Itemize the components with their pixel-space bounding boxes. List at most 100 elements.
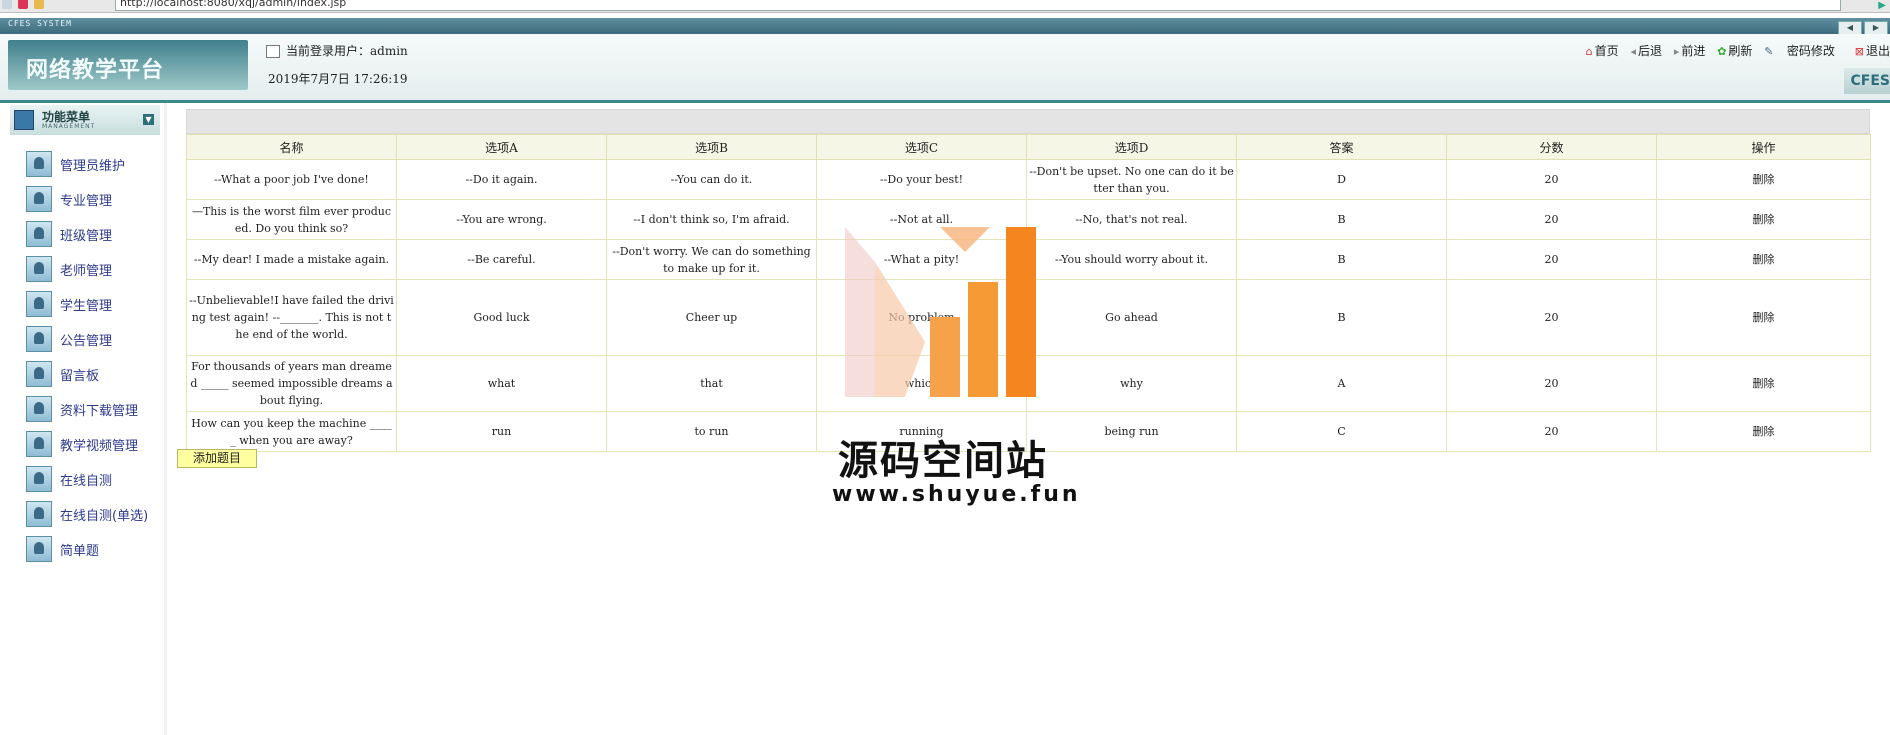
score-cell: 20 xyxy=(1446,199,1657,240)
nav-home-label: 首页 xyxy=(1594,44,1619,58)
user-icon xyxy=(26,431,52,457)
page-header: 网络教学平台 当前登录用户：admin 2019年7月7日 17:26:19 ⌂… xyxy=(0,34,1890,103)
sidebar-item-major[interactable]: 专业管理 xyxy=(26,184,166,212)
stop-icon[interactable] xyxy=(18,0,28,9)
browser-nav xyxy=(2,0,82,10)
column-header: 选项A xyxy=(396,134,607,160)
option-b-cell: Cheer up xyxy=(606,279,817,356)
sidebar-item-selftest[interactable]: 在线自测 xyxy=(26,464,166,492)
column-header: 分数 xyxy=(1446,134,1657,160)
user-icon xyxy=(26,466,52,492)
user-icon xyxy=(26,221,52,247)
delete-link[interactable]: 删除 xyxy=(1656,239,1871,280)
sidebar-item-label: 老师管理 xyxy=(60,264,113,279)
column-header: 操作 xyxy=(1656,134,1871,160)
watermark: 源码空间站 www.shuyue.fun xyxy=(830,222,1078,512)
question-cell: —This is the worst film ever produced. D… xyxy=(186,199,397,240)
question-cell: --What a poor job I've done! xyxy=(186,159,397,200)
nav-password[interactable]: ✎ 密码修改 xyxy=(1764,42,1835,59)
answer-cell: B xyxy=(1236,199,1447,240)
prev-button[interactable]: ◀ xyxy=(1838,21,1862,35)
option-a-cell: run xyxy=(396,411,607,452)
sidebar-item-label: 资料下载管理 xyxy=(60,404,139,419)
delete-link[interactable]: 删除 xyxy=(1656,159,1871,200)
option-b-cell: that xyxy=(606,355,817,412)
sidebar-item-notice[interactable]: 公告管理 xyxy=(26,324,166,352)
table-header-row: 名称 选项A 选项B 选项C 选项D 答案 分数 操作 xyxy=(186,134,1871,160)
home-icon: ⌂ xyxy=(1585,45,1593,58)
go-icon[interactable]: ▶ xyxy=(1878,0,1886,11)
nav-home[interactable]: ⌂ 首页 xyxy=(1586,42,1619,59)
delete-link[interactable]: 删除 xyxy=(1656,355,1871,412)
sidebar-item-selftest-single[interactable]: 在线自测(单选) xyxy=(26,499,166,527)
refresh-icon: ✿ xyxy=(1717,45,1727,58)
option-c-cell: --Do your best! xyxy=(816,159,1027,200)
sidebar-item-admin[interactable]: 管理员维护 xyxy=(26,149,166,177)
menu-header: 功能菜单 MANAGEMENT ▼ xyxy=(10,105,160,135)
splitter[interactable] xyxy=(164,103,167,735)
platform-title: 网络教学平台 xyxy=(26,58,165,83)
user-icon xyxy=(26,396,52,422)
sidebar-item-label: 专业管理 xyxy=(60,194,113,209)
question-cell: --Unbelievable!I have failed the driving… xyxy=(186,279,397,356)
user-icon xyxy=(26,151,52,177)
question-cell: --My dear! I made a mistake again. xyxy=(186,239,397,280)
user-icon xyxy=(26,361,52,387)
answer-cell: B xyxy=(1236,279,1447,356)
add-question-button[interactable]: 添加题目 xyxy=(177,449,257,468)
column-header: 选项D xyxy=(1026,134,1237,160)
current-user-text: 当前登录用户：admin xyxy=(286,44,408,58)
score-cell: 20 xyxy=(1446,411,1657,452)
user-icon xyxy=(266,45,280,58)
nav-refresh-label: 刷新 xyxy=(1728,44,1753,58)
sidebar-item-short-answer[interactable]: 简单题 xyxy=(26,534,166,562)
sidebar-item-label: 简单题 xyxy=(60,544,100,559)
back-arrow-icon[interactable] xyxy=(2,0,12,9)
score-cell: 20 xyxy=(1446,159,1657,200)
browser-toolbar: http://localhost:8080/xqj/admin/index.js… xyxy=(0,0,1890,13)
bookmark-icon[interactable] xyxy=(34,0,44,9)
system-title: CFES SYSTEM xyxy=(8,19,72,28)
delete-link[interactable]: 删除 xyxy=(1656,199,1871,240)
option-a-cell: Good luck xyxy=(396,279,607,356)
delete-link[interactable]: 删除 xyxy=(1656,279,1871,356)
question-cell: For thousands of years man dreamed _____… xyxy=(186,355,397,412)
sidebar-item-teacher[interactable]: 老师管理 xyxy=(26,254,166,282)
option-b-cell: --I don't think so, I'm afraid. xyxy=(606,199,817,240)
nav-exit-label: 退出 xyxy=(1865,44,1890,58)
table-caption-bar xyxy=(186,109,1870,134)
nav-refresh[interactable]: ✿ 刷新 xyxy=(1717,42,1752,59)
option-b-cell: --You can do it. xyxy=(606,159,817,200)
nav-back-label: 后退 xyxy=(1637,44,1662,58)
sidebar-item-label: 教学视频管理 xyxy=(60,439,139,454)
option-a-cell: --You are wrong. xyxy=(396,199,607,240)
menu-subtitle: MANAGEMENT xyxy=(42,123,96,130)
nav-back[interactable]: ◂ 后退 xyxy=(1630,42,1662,59)
user-icon xyxy=(26,326,52,352)
delete-link[interactable]: 删除 xyxy=(1656,411,1871,452)
sidebar-item-student[interactable]: 学生管理 xyxy=(26,289,166,317)
sidebar-item-class[interactable]: 班级管理 xyxy=(26,219,166,247)
current-user: 当前登录用户：admin xyxy=(266,42,408,59)
system-bar-buttons: ◀ ▶ xyxy=(1836,19,1888,35)
column-header: 选项B xyxy=(606,134,817,160)
sidebar-item-video[interactable]: 教学视频管理 xyxy=(26,429,166,457)
watermark-title: 源码空间站 xyxy=(838,438,1048,484)
user-icon xyxy=(26,501,52,527)
datetime: 2019年7月7日 17:26:19 xyxy=(268,72,408,86)
top-nav: ⌂ 首页 ◂ 后退 ▸ 前进 ✿ 刷新 ✎ 密码修改 ⊠ 退出 xyxy=(1578,42,1890,59)
url-bar[interactable]: http://localhost:8080/xqj/admin/index.js… xyxy=(115,0,1841,11)
collapse-icon[interactable]: ▼ xyxy=(143,114,154,125)
next-button[interactable]: ▶ xyxy=(1864,21,1888,35)
option-a-cell: what xyxy=(396,355,607,412)
sidebar-item-download[interactable]: 资料下载管理 xyxy=(26,394,166,422)
nav-forward[interactable]: ▸ 前进 xyxy=(1674,42,1706,59)
column-header: 答案 xyxy=(1236,134,1447,160)
option-a-cell: --Do it again. xyxy=(396,159,607,200)
nav-exit[interactable]: ⊠ 退出 xyxy=(1855,42,1890,59)
sidebar-item-label: 在线自测(单选) xyxy=(60,509,149,524)
sidebar-item-message[interactable]: 留言板 xyxy=(26,359,166,387)
back-icon: ◂ xyxy=(1630,45,1636,58)
sidebar-item-label: 学生管理 xyxy=(60,299,113,314)
watermark-url: www.shuyue.fun xyxy=(832,482,1081,507)
